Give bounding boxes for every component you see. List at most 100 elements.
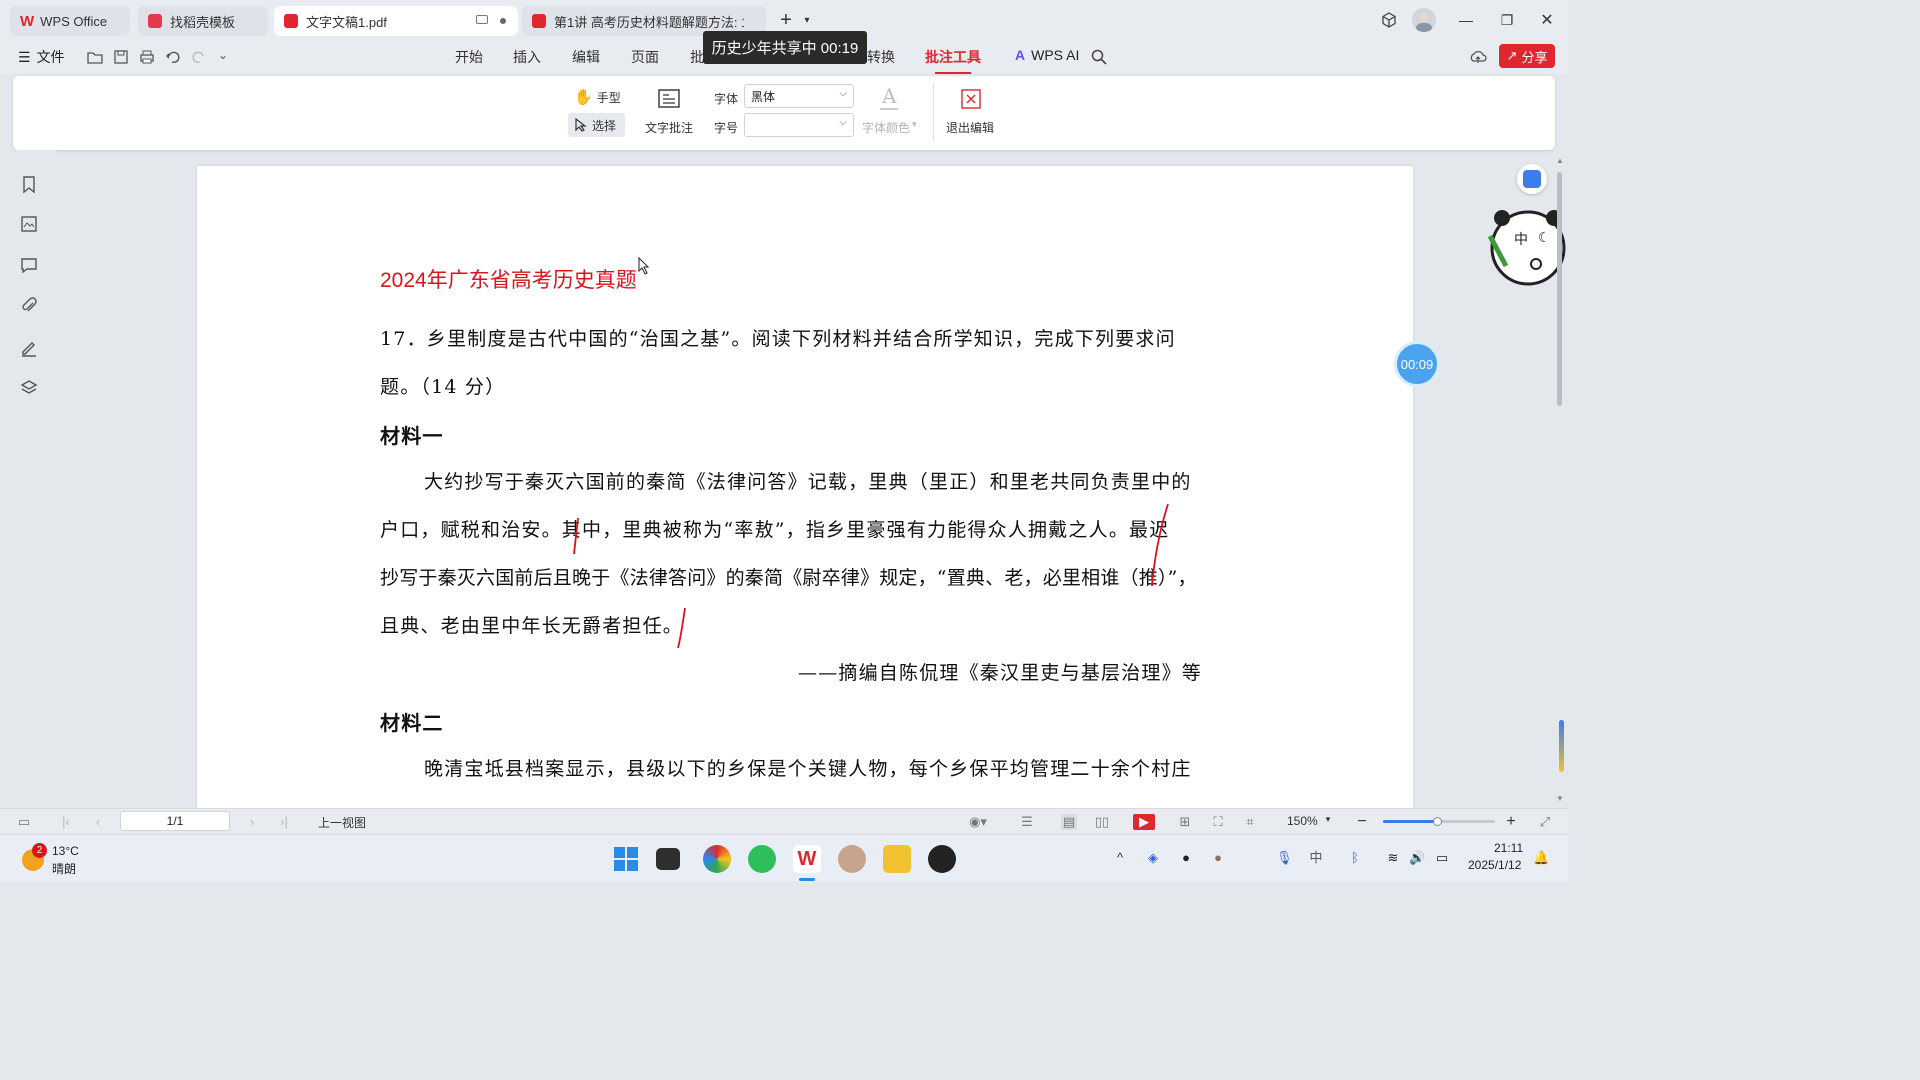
save-icon[interactable] — [112, 48, 130, 66]
scroll-down-icon[interactable]: ▼ — [1556, 794, 1564, 803]
avatar[interactable] — [1412, 8, 1436, 32]
notification-badge: 2 — [32, 843, 47, 858]
tab-label: WPS Office — [40, 13, 108, 29]
task-view-icon[interactable] — [656, 848, 680, 870]
tab-annotation-tools[interactable]: 批注工具 — [925, 47, 981, 74]
tab-wps-office[interactable]: W WPS Office — [10, 6, 130, 36]
wifi-icon[interactable]: ≋ — [1385, 850, 1401, 866]
redo-icon[interactable] — [190, 48, 208, 66]
vertical-scrollbar[interactable]: ▲ ▼ — [1556, 156, 1564, 803]
close-icon[interactable]: ✕ — [1537, 10, 1557, 30]
tray-expand-icon[interactable]: ^ — [1112, 850, 1128, 866]
undo-icon[interactable] — [164, 48, 182, 66]
tab-page[interactable]: 页面 — [631, 47, 659, 67]
prev-view-button[interactable]: 上一视图 — [318, 814, 366, 831]
security-shield-icon[interactable]: ◈ — [1145, 850, 1161, 866]
battery-icon[interactable]: ▭ — [1434, 850, 1450, 866]
fit-width-icon[interactable]: ⊞ — [1177, 814, 1193, 830]
bookmark-icon[interactable] — [19, 174, 39, 194]
annotation-ribbon: ✋ 手型 选择 文字批注 字体 黑体 ⌵ 字号 ⌵ A 字体颜色 ▾ 退出编辑 — [13, 76, 1555, 150]
print-icon[interactable] — [138, 48, 156, 66]
page-number-field[interactable]: 1/1 — [120, 811, 230, 831]
more-chevron-icon[interactable]: ⌄ — [218, 48, 236, 66]
scroll-thumb[interactable] — [1557, 172, 1562, 406]
sidebar-toggle-icon[interactable]: ▭ — [16, 814, 32, 830]
crop-icon[interactable]: ⌗ — [1242, 814, 1258, 830]
wps-ai-button[interactable]: A WPS AI — [1015, 47, 1079, 63]
zoom-slider[interactable] — [1383, 817, 1495, 826]
layers-icon[interactable] — [19, 378, 39, 398]
next-page-icon[interactable]: › — [244, 814, 260, 830]
hamburger-icon: ☰ — [18, 48, 31, 65]
qq-penguin-icon[interactable] — [928, 845, 956, 873]
user-app-icon[interactable] — [838, 845, 866, 873]
comment-icon[interactable] — [19, 255, 39, 275]
clock-date[interactable]: 2025/1/12 — [1468, 858, 1521, 872]
translate-float-button[interactable] — [1517, 164, 1547, 194]
search-icon[interactable] — [1090, 48, 1108, 66]
text-annotation-label: 文字批注 — [645, 121, 694, 135]
volume-icon[interactable]: 🔊 — [1409, 850, 1425, 866]
cloud-upload-icon[interactable] — [1469, 48, 1487, 66]
pdf-page[interactable]: 2024年广东省高考历史真题 17．乡里制度是古代中国的“治国之基”。阅读下列材… — [197, 166, 1413, 808]
microphone-icon[interactable]: 🎙 — [1276, 850, 1293, 866]
fullscreen-icon[interactable]: ⤢ — [1537, 814, 1553, 830]
windows-start-icon[interactable] — [612, 845, 640, 873]
zoom-slider-handle[interactable] — [1433, 817, 1442, 826]
single-page-icon[interactable]: ☰ — [1019, 814, 1035, 830]
font-color-button[interactable]: A 字体颜色 ▾ — [860, 84, 924, 138]
scroll-up-icon[interactable]: ▲ — [1556, 156, 1564, 165]
ime-chinese-icon[interactable]: 中 — [1308, 850, 1324, 866]
exit-edit-button[interactable]: 退出编辑 — [943, 86, 999, 138]
text-annotation-button[interactable]: 文字批注 — [641, 86, 697, 138]
ime-panda-widget[interactable]: 中 ☾ — [1484, 206, 1566, 288]
zoom-out-icon[interactable]: − — [1354, 814, 1370, 830]
tab-convert[interactable]: 转换 — [867, 47, 895, 67]
qq-tray-icon[interactable]: ● — [1178, 850, 1194, 866]
thumbnail-icon[interactable] — [19, 214, 39, 234]
tab-insert[interactable]: 插入 — [513, 47, 541, 67]
tab-start[interactable]: 开始 — [455, 47, 483, 67]
wechat-icon[interactable] — [748, 845, 776, 873]
weather-widget[interactable]: 2 13°C 晴朗 — [20, 841, 90, 877]
new-tab-icon[interactable]: + — [776, 9, 796, 31]
font-size-select[interactable]: ⌵ — [744, 113, 854, 137]
font-family-select[interactable]: 黑体 ⌵ — [744, 84, 854, 108]
attachment-icon[interactable] — [19, 296, 39, 316]
recording-timer-bubble[interactable]: 00:09 — [1394, 341, 1440, 387]
wps-taskbar-icon[interactable]: W — [793, 845, 821, 873]
file-menu[interactable]: ☰ 文件 — [18, 47, 65, 67]
play-slideshow-icon[interactable]: ▶ — [1133, 814, 1155, 830]
wps-logo-icon: W — [20, 12, 35, 30]
file-explorer-icon[interactable] — [883, 845, 911, 873]
zoom-select[interactable]: 150% ▾ — [1287, 814, 1330, 828]
share-button[interactable]: ↗ 分享 — [1499, 44, 1555, 68]
hand-tool-button[interactable]: ✋ 手型 — [574, 88, 621, 106]
cube-icon[interactable] — [1379, 10, 1399, 30]
first-page-icon[interactable]: |‹ — [58, 814, 74, 830]
bluetooth-icon[interactable]: ᛒ — [1347, 850, 1363, 866]
fit-page-icon[interactable]: ⛶ — [1210, 814, 1226, 830]
restore-icon[interactable]: ❐ — [1497, 10, 1517, 30]
chevron-down-icon: ▾ — [912, 119, 917, 129]
open-folder-icon[interactable] — [86, 48, 104, 66]
double-page-icon[interactable]: ▯▯ — [1094, 814, 1110, 830]
zoom-in-icon[interactable]: + — [1503, 814, 1519, 830]
last-page-icon[interactable]: ›| — [276, 814, 292, 830]
clock-time[interactable]: 21:11 — [1494, 841, 1523, 855]
pen-annotation-marks — [573, 503, 1169, 649]
tab-pdf-active[interactable]: 文字文稿1.pdf — [274, 6, 518, 36]
chrome-browser-icon[interactable] — [703, 845, 731, 873]
signature-icon[interactable] — [19, 337, 39, 357]
chevron-down-icon[interactable]: ▾ — [797, 10, 817, 30]
docer-icon — [148, 14, 162, 28]
user-tray-icon[interactable]: ● — [1210, 850, 1226, 866]
continuous-view-icon[interactable]: ▤ — [1061, 814, 1077, 830]
tab-edit[interactable]: 编辑 — [572, 47, 600, 67]
notification-bell-icon[interactable]: 🔔 — [1533, 850, 1549, 866]
eye-protection-icon[interactable]: ◉▾ — [964, 814, 992, 830]
select-tool-button[interactable]: 选择 — [568, 113, 625, 137]
prev-page-icon[interactable]: ‹ — [90, 814, 106, 830]
minimize-icon[interactable]: — — [1456, 10, 1476, 30]
tab-docer[interactable]: 找稻壳模板 — [138, 6, 268, 36]
